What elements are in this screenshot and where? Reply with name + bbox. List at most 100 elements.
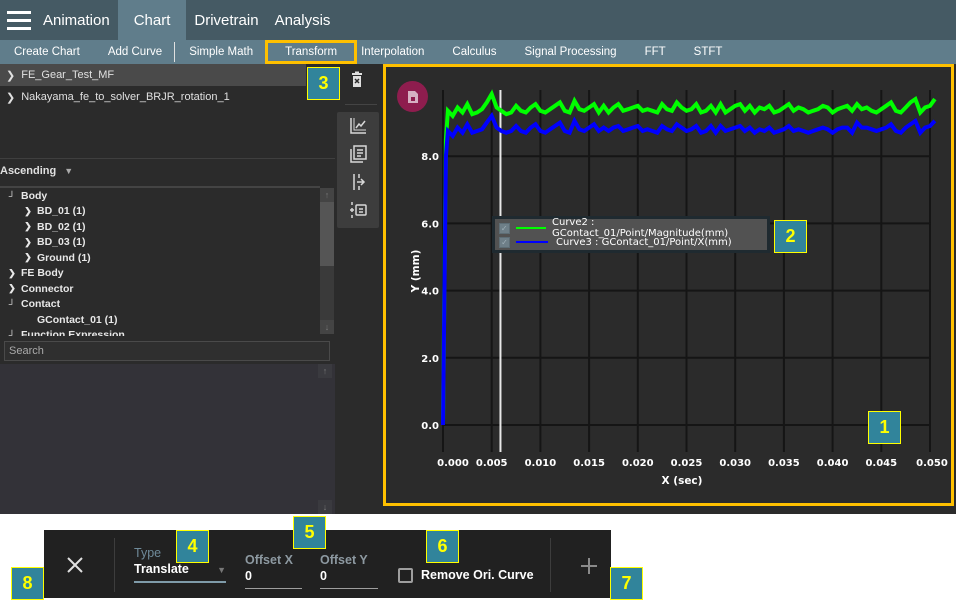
interpolation-button[interactable]: Interpolation	[357, 40, 438, 64]
tree-scrollbar[interactable]: ↑ ↓	[320, 188, 334, 334]
tree-item-contact[interactable]: ┘ Contact	[0, 297, 320, 313]
scroll-down-icon[interactable]: ↓	[320, 320, 334, 334]
chart-series	[441, 89, 937, 426]
offset-y-field[interactable]: Offset Y 0	[320, 546, 378, 589]
tree-item-ground[interactable]: ❯ Ground (1)	[0, 250, 320, 266]
x-tick-label: 0.025	[671, 458, 703, 469]
tool-divider	[345, 104, 377, 105]
x-tick-label: 0.050	[916, 458, 948, 469]
sort-order-dropdown[interactable]: Ascending ▼	[0, 158, 335, 182]
panel-divider	[550, 538, 551, 592]
menu-tab-animation[interactable]: Animation	[35, 0, 118, 40]
tree-item-function-expression[interactable]: ┘ Function Expression	[0, 328, 320, 336]
chevron-right-icon[interactable]: ❯	[22, 237, 34, 248]
chevron-right-icon[interactable]: ❯	[22, 206, 34, 217]
collapse-icon[interactable]: ┘	[6, 330, 18, 336]
signal-processing-button[interactable]: Signal Processing	[511, 40, 631, 64]
scroll-up-icon[interactable]: ↑	[320, 188, 334, 202]
x-tick-label: 0.030	[719, 458, 751, 469]
menu-tab-chart[interactable]: Chart	[117, 0, 187, 40]
callout-badge-4: 4	[176, 530, 209, 563]
hamburger-menu-icon[interactable]	[3, 0, 35, 40]
chevron-right-icon[interactable]: ❯	[22, 252, 34, 263]
scroll-up-icon[interactable]: ↑	[318, 364, 332, 378]
y-axis-ticks: 0.0 2.0 4.0 6.0 8.0	[421, 152, 439, 432]
file-item-nakayama[interactable]: ❯ Nakayama_fe_to_solver_BRJR_rotation_1	[0, 86, 335, 108]
type-value: Translate	[134, 562, 189, 576]
tree-item-bd02[interactable]: ❯ BD_02 (1)	[0, 219, 320, 235]
callout-badge-6: 6	[426, 530, 459, 563]
chart-plot[interactable]: 0.000 0.005 0.010 0.015 0.020 0.025 0.030 0.035…	[383, 64, 956, 514]
scroll-down-icon[interactable]: ↓	[318, 500, 332, 514]
curve-list	[0, 364, 335, 514]
list-document-icon[interactable]	[337, 140, 379, 168]
file-item-fe-gear-test[interactable]: ❯ FE_Gear_Test_MF	[0, 64, 306, 86]
fft-button[interactable]: FFT	[631, 40, 680, 64]
app-root: Animation Chart Drivetrain Analysis Crea…	[0, 0, 956, 607]
curve-list-scrollbar[interactable]: ↑ ↓	[318, 364, 332, 514]
close-icon[interactable]	[64, 554, 86, 576]
callout-badge-5: 5	[293, 516, 326, 549]
x-tick-label: 0.020	[622, 458, 654, 469]
stft-button[interactable]: STFT	[680, 40, 737, 64]
tree-item-gcontact01[interactable]: GContact_01 (1)	[0, 312, 320, 328]
chart-tools-group	[337, 112, 379, 228]
x-tick-label: 0.015	[573, 458, 605, 469]
chevron-right-icon[interactable]: ❯	[6, 268, 18, 279]
file-export-icon	[407, 90, 418, 103]
chevron-right-icon[interactable]: ❯	[22, 221, 34, 232]
tree-item-label: Function Expression	[21, 329, 125, 336]
collapse-icon[interactable]: ┘	[6, 191, 18, 201]
chevron-right-icon: ❯	[6, 91, 16, 104]
series-line-curve3	[441, 111, 937, 426]
x-tick-label: 0.010	[525, 458, 557, 469]
panel-divider	[114, 538, 115, 592]
legend-checkbox[interactable]: ✓	[499, 222, 510, 234]
chevron-right-icon[interactable]: ❯	[6, 283, 18, 294]
tree-item-label: GContact_01 (1)	[37, 313, 118, 326]
tree-item-bd03[interactable]: ❯ BD_03 (1)	[0, 235, 320, 251]
simple-math-button[interactable]: Simple Math	[175, 40, 267, 64]
tree-item-body[interactable]: ┘ Body	[0, 188, 320, 204]
tree-item-label: Connector	[21, 282, 74, 295]
offset-x-label: Offset X	[245, 553, 293, 567]
type-underline	[134, 581, 226, 583]
chart-legend: ✓ Curve2 : GContact_01/Point/Magnitude(m…	[492, 216, 770, 253]
file-item-label: Nakayama_fe_to_solver_BRJR_rotation_1	[21, 91, 230, 103]
tree-item-label: Ground (1)	[37, 251, 91, 264]
menu-tab-drivetrain[interactable]: Drivetrain	[186, 0, 266, 40]
add-icon[interactable]	[579, 556, 599, 576]
tree-item-fe-body[interactable]: ❯ FE Body	[0, 266, 320, 282]
x-tick-label: 0.040	[817, 458, 849, 469]
legend-checkbox[interactable]: ✓	[499, 236, 510, 248]
export-chart-button[interactable]	[397, 81, 428, 112]
legend-item-curve2[interactable]: ✓ Curve2 : GContact_01/Point/Magnitude(m…	[499, 217, 763, 239]
tree-scrollbar-thumb[interactable]	[320, 202, 334, 266]
tree-item-label: FE Body	[21, 267, 64, 280]
create-chart-button[interactable]: Create Chart	[0, 40, 94, 64]
offset-x-field[interactable]: Offset X 0	[245, 546, 302, 589]
insert-list-icon[interactable]	[337, 196, 379, 224]
file-item-label: FE_Gear_Test_MF	[21, 69, 115, 81]
legend-swatch-blue	[516, 241, 548, 243]
y-axis-label: Y (mm)	[410, 250, 422, 294]
line-chart-icon[interactable]	[337, 112, 379, 140]
calculus-button[interactable]: Calculus	[438, 40, 510, 64]
trash-icon[interactable]	[347, 70, 367, 90]
offset-x-input[interactable]: 0	[245, 569, 302, 585]
tree-item-connector[interactable]: ❯ Connector	[0, 281, 320, 297]
remove-original-curve-label[interactable]: Remove Ori. Curve	[421, 568, 534, 582]
split-vertical-icon[interactable]	[337, 168, 379, 196]
search-input[interactable]: Search	[4, 341, 330, 361]
y-tick-label: 4.0	[421, 287, 439, 298]
tree-item-label: BD_02 (1)	[37, 220, 86, 233]
menu-tab-analysis[interactable]: Analysis	[267, 0, 339, 40]
transform-button[interactable]: Transform	[265, 40, 358, 64]
offset-x-underline	[245, 588, 302, 589]
collapse-icon[interactable]: ┘	[6, 299, 18, 309]
remove-original-curve-checkbox[interactable]	[398, 568, 413, 583]
tree-item-bd01[interactable]: ❯ BD_01 (1)	[0, 204, 320, 220]
offset-y-input[interactable]: 0	[320, 569, 378, 585]
add-curve-button[interactable]: Add Curve	[94, 40, 174, 64]
legend-item-curve3[interactable]: ✓ Curve3 : GContact_01/Point/X(mm)	[499, 235, 763, 249]
